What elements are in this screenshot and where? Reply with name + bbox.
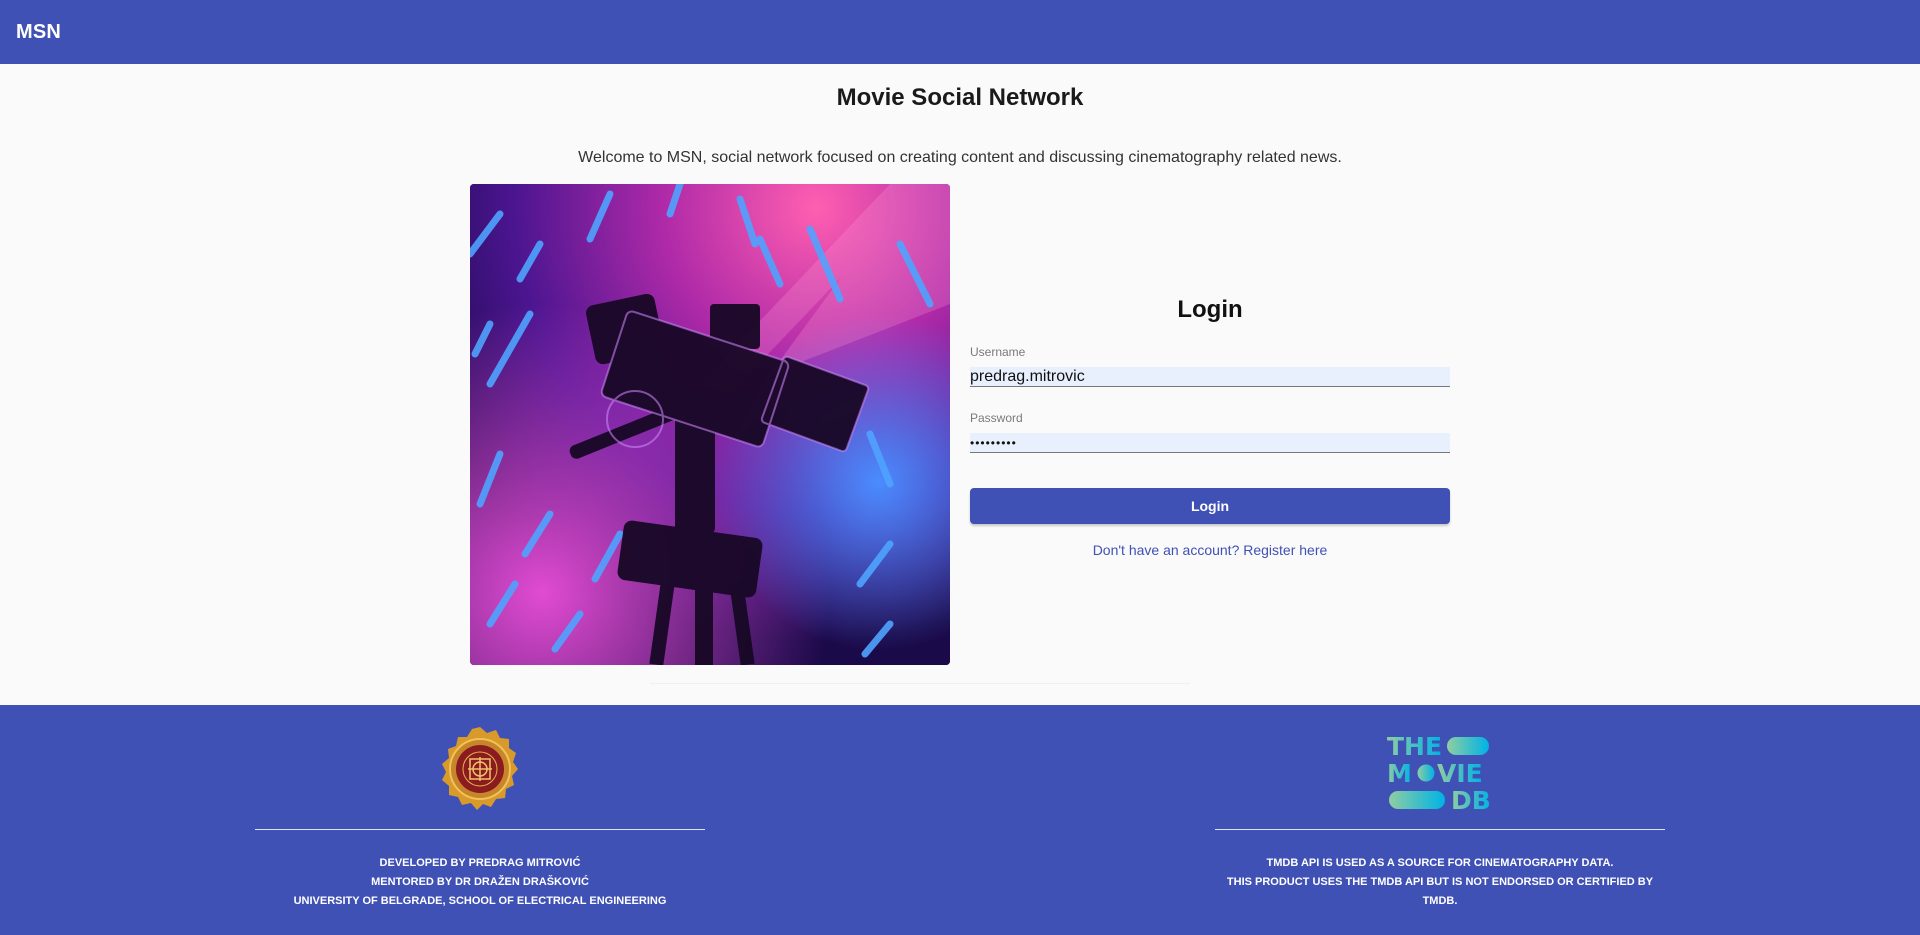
tmdb-logo-line2a: M bbox=[1387, 759, 1412, 788]
footer-left-text: DEVELOPED BY PREDRAG MITROVIĆ MENTORED B… bbox=[255, 854, 705, 911]
tmdb-logo-pill-bottom bbox=[1389, 791, 1445, 809]
tmdb-logo-line2b: VIE bbox=[1437, 759, 1483, 788]
tmdb-logo-line1: THE bbox=[1387, 733, 1442, 761]
tmdb-logo-pill-top bbox=[1447, 737, 1489, 755]
tmdb-logo-line3: DB bbox=[1451, 786, 1491, 813]
login-form: Login Username Password Login Don't have… bbox=[970, 184, 1450, 665]
brand-logo-text[interactable]: MSN bbox=[16, 21, 61, 44]
footer-left-divider bbox=[255, 829, 705, 830]
university-seal-icon bbox=[442, 727, 518, 810]
footer-tmdb-source-line: TMDB API IS USED AS A SOURCE FOR CINEMAT… bbox=[1266, 857, 1614, 869]
username-label: Username bbox=[970, 345, 1026, 359]
register-link[interactable]: Don't have an account? Register here bbox=[970, 542, 1450, 558]
username-input[interactable] bbox=[970, 367, 1450, 387]
password-label: Password bbox=[970, 411, 1023, 425]
footer: DEVELOPED BY PREDRAG MITROVIĆ MENTORED B… bbox=[0, 705, 1920, 935]
footer-developer-line: DEVELOPED BY PREDRAG MITROVIĆ bbox=[379, 857, 581, 869]
footer-university-line: UNIVERSITY OF BELGRADE, SCHOOL OF ELECTR… bbox=[293, 895, 667, 907]
hero-camera-image bbox=[470, 184, 950, 665]
footer-tmdb-disclaimer-line: THIS PRODUCT USES THE TMDB API BUT IS NO… bbox=[1226, 876, 1654, 907]
top-app-bar: MSN bbox=[0, 0, 1920, 64]
footer-mentor-line: MENTORED BY DR DRAŽEN DRAŠKOVIĆ bbox=[371, 876, 589, 888]
footer-right-divider bbox=[1215, 829, 1665, 830]
tmdb-logo-icon[interactable]: THE M VIE DB bbox=[1387, 733, 1493, 813]
page-title: Movie Social Network bbox=[836, 84, 1084, 111]
tmdb-logo-dot bbox=[1417, 764, 1435, 782]
password-input[interactable] bbox=[970, 433, 1450, 453]
footer-right-text: TMDB API IS USED AS A SOURCE FOR CINEMAT… bbox=[1215, 854, 1665, 911]
cinema-camera-icon bbox=[470, 184, 950, 665]
login-button[interactable]: Login bbox=[970, 488, 1450, 524]
login-title: Login bbox=[1177, 296, 1243, 323]
welcome-text: Welcome to MSN, social network focused o… bbox=[578, 149, 1342, 166]
content-divider bbox=[650, 683, 1190, 684]
